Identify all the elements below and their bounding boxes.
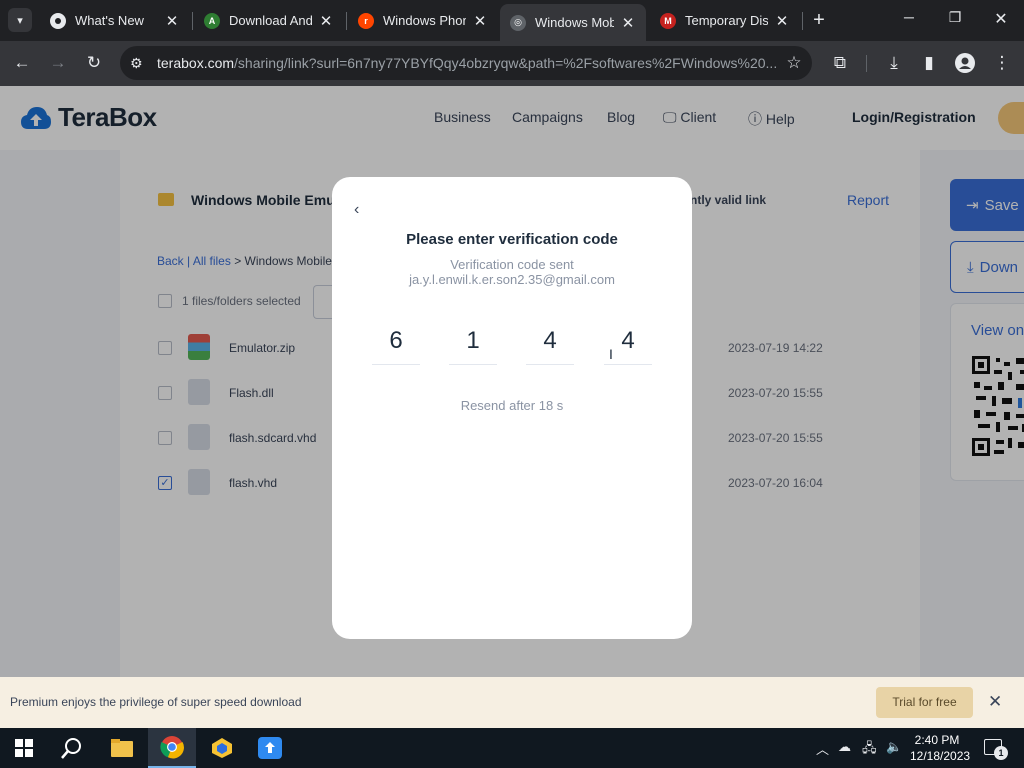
taskbar-search-button[interactable] <box>48 728 96 768</box>
more-vertical-icon: ⋮ <box>993 53 1011 72</box>
close-tab-icon[interactable]: ✕ <box>318 12 334 30</box>
tab-title: Windows Phon <box>383 13 466 28</box>
dialog-back-button[interactable]: ‹ <box>354 201 359 219</box>
minimize-button[interactable]: ─ <box>894 9 924 25</box>
browser-toolbar: ← → ↻ ⚙ terabox.com/sharing/link?surl=6n… <box>0 41 1024 86</box>
premium-promo-text: Premium enjoys the privilege of super sp… <box>10 695 302 709</box>
close-tab-icon[interactable]: ✕ <box>472 12 488 30</box>
chevron-down-icon: ▾ <box>17 14 23 27</box>
arrow-right-icon: → <box>49 53 67 72</box>
taskbar-chrome[interactable] <box>148 728 196 768</box>
tab-title: What's New <box>75 13 144 28</box>
dialog-title: Please enter verification code <box>406 231 618 248</box>
plus-icon: + <box>813 9 825 31</box>
terabox-cloud-icon <box>258 737 282 759</box>
folder-icon <box>111 739 133 757</box>
notification-count-badge: 1 <box>994 746 1008 760</box>
puzzle-icon: ⧉ <box>833 53 847 72</box>
address-bar[interactable]: ⚙ terabox.com/sharing/link?surl=6n7ny77Y… <box>120 46 812 80</box>
gmail-icon: M <box>660 12 676 29</box>
bookmark-star-icon[interactable]: ☆ <box>776 53 812 73</box>
back-button[interactable]: ← <box>10 51 34 75</box>
taskbar-file-explorer[interactable] <box>98 728 146 768</box>
minimize-icon: ─ <box>904 9 914 25</box>
tab-search-button[interactable]: ▾ <box>8 8 32 32</box>
trial-for-free-button[interactable]: Trial for free <box>876 687 973 718</box>
tab-windows-mobile-active[interactable]: ◎ Windows Mobi ✕ <box>500 4 646 41</box>
url-text: terabox.com/sharing/link?surl=6n7ny77YBY… <box>157 55 776 71</box>
restore-button[interactable]: ❐ <box>940 9 970 26</box>
hexagon-app-icon <box>212 738 232 758</box>
close-tab-icon[interactable]: ✕ <box>620 14 636 32</box>
reload-button[interactable]: ↻ <box>82 51 106 75</box>
downloads-button[interactable]: ⤓ <box>882 51 906 75</box>
profile-icon <box>955 53 975 73</box>
tab-temporary-email[interactable]: M Temporary Disp ✕ <box>650 4 800 37</box>
tray-cloud-icon[interactable]: ☁ <box>838 739 851 755</box>
windows-logo-icon <box>15 739 33 757</box>
tab-windows-phone-reddit[interactable]: r Windows Phon ✕ <box>348 4 498 37</box>
start-button[interactable] <box>0 728 48 768</box>
extensions-button[interactable]: ⧉ <box>828 51 852 75</box>
url-host: terabox.com <box>157 55 235 71</box>
tab-title: Windows Mobi <box>535 15 614 30</box>
windows-taskbar: ︿ ☁ 🖧 🔈 2:40 PM 12/18/2023 1 <box>0 728 1024 768</box>
globe-icon: ◎ <box>510 14 526 31</box>
tab-title: Download And <box>229 13 312 28</box>
reload-icon: ↻ <box>86 53 102 72</box>
close-tab-icon[interactable]: ✕ <box>774 12 790 30</box>
code-digit-2[interactable]: 1 <box>449 325 497 365</box>
side-panel-button[interactable]: ▮ <box>917 51 941 75</box>
tab-divider <box>802 12 803 30</box>
reddit-icon: r <box>358 12 374 29</box>
toolbar-divider <box>866 55 867 72</box>
browser-tab-strip: ▾ What's New ✕ A Download And ✕ r Window… <box>0 0 1024 41</box>
verification-dialog: ‹ Please enter verification code Verific… <box>332 177 692 639</box>
site-info-icon[interactable]: ⚙ <box>130 55 148 72</box>
clock-time: 2:40 PM <box>914 733 960 747</box>
profile-button[interactable] <box>953 51 977 75</box>
download-icon: ⤓ <box>890 53 898 72</box>
forward-button[interactable]: → <box>46 51 70 75</box>
code-digit-3[interactable]: 4 <box>526 325 574 365</box>
close-window-button[interactable]: ✕ <box>986 9 1016 29</box>
tray-expand-icon[interactable]: ︿ <box>816 739 829 758</box>
dialog-subtitle: Verification code sent ja.y.l.enwil.k.er… <box>332 257 692 287</box>
tab-whats-new[interactable]: What's New ✕ <box>40 4 190 37</box>
network-icon[interactable]: 🖧 <box>862 739 877 761</box>
chrome-icon <box>160 736 184 759</box>
recipient-email: ja.y.l.enwil.k.er.son2.35@gmail.com <box>409 272 615 287</box>
terabox-page: TeraBox Business Campaigns Blog 🖵 Client… <box>0 86 1024 728</box>
restore-icon: ❐ <box>948 9 962 25</box>
system-clock[interactable]: 2:40 PM 12/18/2023 <box>910 732 971 764</box>
code-sent-label: Verification code sent <box>450 257 574 272</box>
resend-countdown: Resend after 18 s <box>460 398 564 413</box>
chrome-icon <box>50 12 66 29</box>
close-tab-icon[interactable]: ✕ <box>164 12 180 30</box>
text-cursor-icon: I <box>609 346 613 362</box>
chrome-menu-button[interactable]: ⋮ <box>990 51 1014 75</box>
clock-date: 12/18/2023 <box>910 749 971 763</box>
tab-divider <box>346 12 347 30</box>
tab-title: Temporary Disp <box>685 13 768 28</box>
new-tab-button[interactable]: + <box>808 9 830 31</box>
url-path: /sharing/link?surl=6n7ny77YBYfQqy4obzryq… <box>234 55 776 71</box>
tab-download-android[interactable]: A Download And ✕ <box>194 4 344 37</box>
arrow-left-icon: ← <box>13 53 31 72</box>
close-promo-icon[interactable]: ✕ <box>988 692 1002 712</box>
volume-muted-icon[interactable]: 🔈 <box>886 739 902 755</box>
code-digit-1[interactable]: 6 <box>372 325 420 365</box>
taskbar-terabox[interactable] <box>246 728 294 768</box>
android-icon: A <box>204 12 220 29</box>
close-icon: ✕ <box>994 11 1008 28</box>
search-icon <box>61 738 81 759</box>
tab-divider <box>192 12 193 30</box>
side-panel-icon: ▮ <box>924 53 934 72</box>
taskbar-app-hex[interactable] <box>198 728 246 768</box>
premium-promo-bar: Premium enjoys the privilege of super sp… <box>0 677 1024 728</box>
